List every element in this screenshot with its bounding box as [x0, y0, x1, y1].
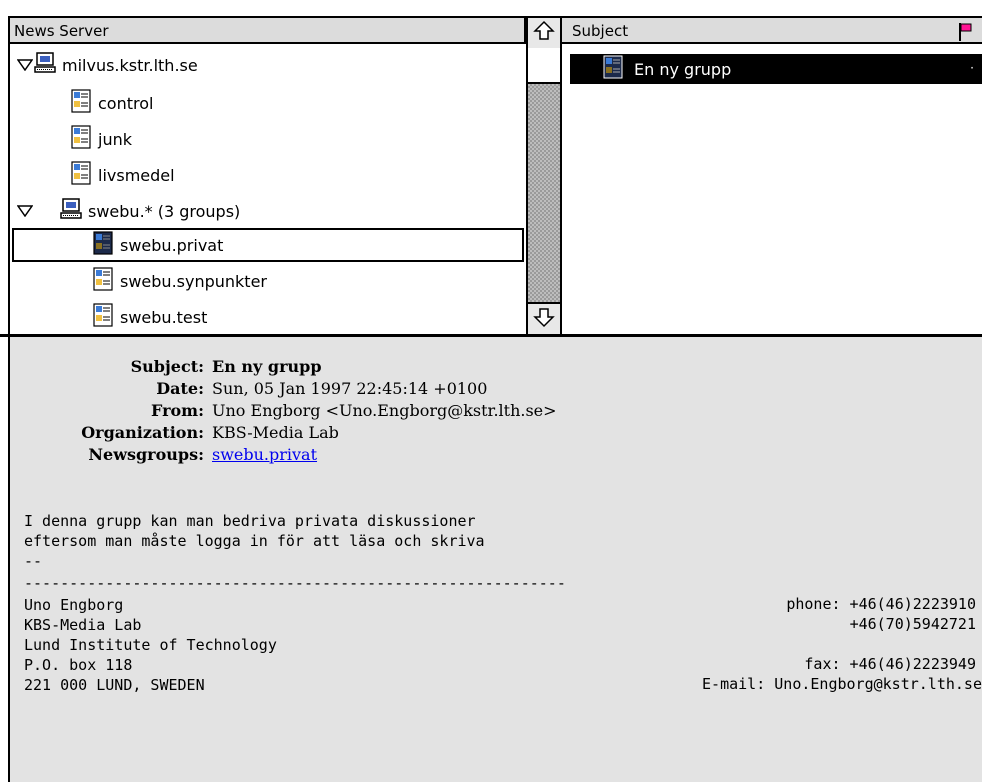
header-organization: Organization: KBS-Media Lab	[24, 423, 339, 445]
header-subject: Subject: En ny grupp	[24, 357, 322, 379]
tree-item-group-selected[interactable]: swebu.privat	[12, 228, 524, 262]
signature-separator: ----------------------------------------…	[24, 574, 566, 592]
scroll-thumb[interactable]	[528, 48, 560, 84]
signature-line: KBS-Media Lab	[24, 616, 142, 634]
tree-item-group[interactable]: junk	[68, 122, 132, 156]
newsgroup-icon	[68, 160, 94, 190]
subject-row-selected[interactable]: En ny grupp ·	[570, 54, 982, 84]
tree-item-group[interactable]: swebu.test	[90, 300, 207, 334]
arrow-up-icon	[533, 20, 555, 46]
subject-header-label: Subject	[572, 22, 629, 40]
tree-item-server[interactable]: milvus.kstr.lth.se	[16, 48, 198, 82]
header-value: En ny grupp	[212, 357, 322, 376]
header-date: Date: Sun, 05 Jan 1997 22:45:14 +0100	[24, 379, 487, 401]
subject-column-header[interactable]: Subject	[562, 18, 982, 44]
tree-column-header[interactable]: News Server	[10, 18, 526, 44]
signature-line: Lund Institute of Technology	[24, 636, 277, 654]
arrow-down-icon	[533, 306, 555, 332]
signature-email: E-mail: Uno.Engborg@kstr.lth.se	[702, 675, 982, 693]
news-server-tree: News Server milvus.kstr.lth.se control j…	[8, 16, 528, 336]
scroll-up-button[interactable]	[528, 18, 560, 50]
tree-item-label: swebu.privat	[120, 235, 224, 255]
tree-item-label: swebu.test	[120, 307, 208, 327]
subject-marker: ·	[970, 61, 974, 75]
tree-item-group[interactable]: control	[68, 86, 153, 120]
flag-icon[interactable]	[958, 22, 972, 46]
signature-line: P.O. box 118	[24, 656, 133, 674]
tree-item-label: swebu.synpunkter	[120, 271, 267, 291]
header-label: Subject:	[130, 357, 204, 376]
article-view: Subject: En ny grupp Date: Sun, 05 Jan 1…	[8, 337, 982, 782]
triangle-down-icon[interactable]	[16, 56, 34, 74]
tree-item-label: control	[98, 93, 154, 113]
newsgroup-icon	[90, 230, 116, 260]
header-from: From: Uno Engborg <Uno.Engborg@kstr.lth.…	[24, 401, 557, 423]
header-value: Sun, 05 Jan 1997 22:45:14 +0100	[212, 379, 488, 398]
subject-list: Subject En ny grupp ·	[562, 16, 982, 336]
signature-line: 221 000 LUND, SWEDEN	[24, 676, 205, 694]
newsgroup-icon	[90, 266, 116, 296]
tree-item-label: milvus.kstr.lth.se	[62, 55, 198, 75]
tree-item-group[interactable]: swebu.synpunkter	[90, 264, 267, 298]
signature-fax: fax: +46(46)2223949	[804, 655, 976, 673]
header-label: Newsgroups:	[88, 445, 204, 464]
tree-scrollbar[interactable]	[526, 16, 562, 334]
newsgroup-icon	[68, 124, 94, 154]
header-label: Date:	[156, 379, 204, 398]
subject-label: En ny grupp	[634, 59, 732, 79]
newsgroup-link[interactable]: swebu.privat	[212, 445, 317, 464]
signature-phone: phone: +46(46)2223910	[786, 595, 976, 613]
newsgroup-icon	[68, 88, 94, 118]
signature-line: Uno Engborg	[24, 596, 124, 614]
tree-item-label: swebu.* (3 groups)	[88, 201, 241, 221]
triangle-down-icon[interactable]	[16, 202, 34, 220]
header-value: Uno Engborg <Uno.Engborg@kstr.lth.se>	[212, 401, 557, 420]
tree-item-group[interactable]: livsmedel	[68, 158, 175, 192]
computer-icon	[60, 198, 84, 224]
newsgroup-icon	[600, 54, 626, 84]
header-label: From:	[150, 401, 204, 420]
newsreader-window: News Server milvus.kstr.lth.se control j…	[0, 0, 982, 782]
scroll-down-button[interactable]	[528, 302, 560, 334]
signature-phone-2: +46(70)5942721	[849, 615, 976, 633]
tree-item-label: junk	[98, 129, 132, 149]
header-value: KBS-Media Lab	[212, 423, 339, 442]
article-body-line: eftersom man måste logga in för att läsa…	[24, 532, 485, 550]
tree-item-folder[interactable]: swebu.* (3 groups)	[16, 194, 240, 228]
tree-item-label: livsmedel	[98, 165, 175, 185]
article-body-line: I denna grupp kan man bedriva privata di…	[24, 512, 476, 530]
header-newsgroups: Newsgroups: swebu.privat	[24, 445, 317, 467]
computer-icon	[34, 52, 58, 78]
article-body-line: --	[24, 552, 43, 570]
newsgroup-icon	[90, 302, 116, 332]
scroll-track[interactable]	[528, 84, 560, 304]
header-label: Organization:	[81, 423, 204, 442]
